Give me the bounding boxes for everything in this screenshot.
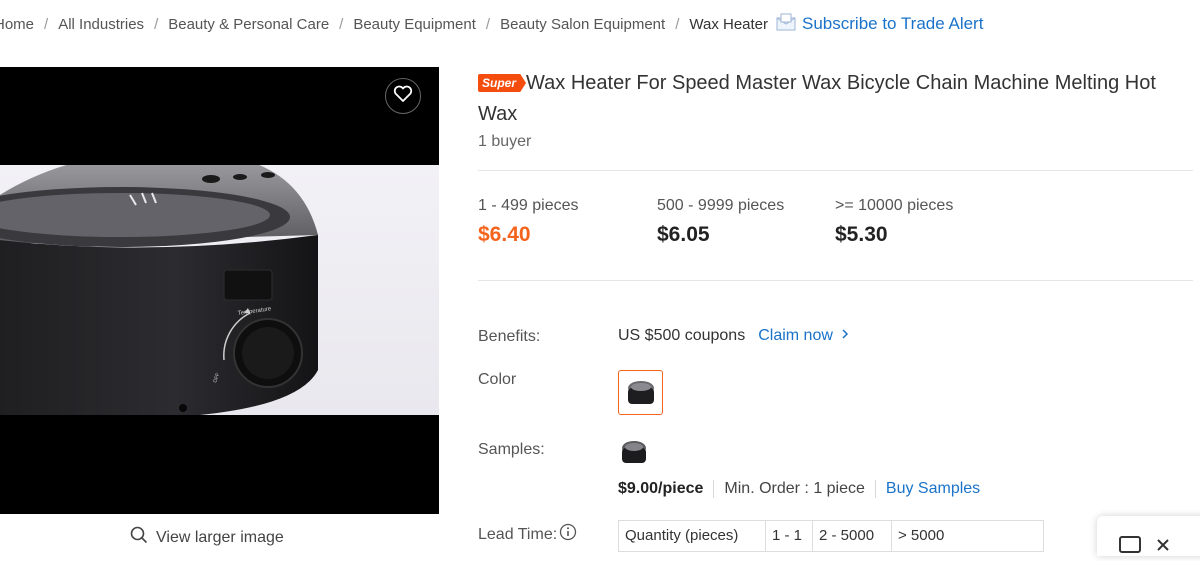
benefits-label: Benefits: bbox=[478, 328, 541, 345]
breadcrumb-separator: / bbox=[675, 15, 680, 33]
sample-min-order: Min. Order : 1 piece bbox=[724, 480, 865, 497]
benefits-row: US $500 coupons Claim now bbox=[618, 327, 849, 345]
price-tier-price: $5.30 bbox=[835, 223, 888, 246]
buy-samples-link[interactable]: Buy Samples bbox=[886, 480, 980, 498]
price-tier-price: $6.40 bbox=[478, 223, 531, 246]
lead-time-header-cell: Quantity (pieces) bbox=[619, 521, 766, 551]
breadcrumb-separator: / bbox=[154, 15, 159, 33]
lead-time-header-cell: 2 - 5000 bbox=[813, 521, 892, 551]
heart-icon bbox=[393, 85, 413, 108]
chat-widget[interactable] bbox=[1097, 516, 1200, 556]
breadcrumb-item-beauty-equipment[interactable]: Beauty Equipment bbox=[353, 16, 476, 33]
product-title-text: Wax Heater For Speed Master Wax Bicycle … bbox=[478, 72, 1156, 125]
divider bbox=[713, 480, 715, 498]
product-video[interactable]: Temperature OFF bbox=[0, 67, 439, 514]
subscribe-trade-alert-link[interactable]: Subscribe to Trade Alert bbox=[776, 13, 983, 35]
buyer-count: 1 buyer bbox=[478, 133, 532, 150]
close-icon[interactable] bbox=[1157, 538, 1169, 556]
price-tier-qty: 1 - 499 pieces bbox=[478, 197, 579, 214]
color-option-black[interactable] bbox=[618, 370, 663, 415]
price-tier-price: $6.05 bbox=[657, 223, 710, 246]
breadcrumb-item-all-industries[interactable]: All Industries bbox=[58, 16, 144, 33]
divider bbox=[478, 280, 1193, 281]
sample-info-row: $9.00/piece Min. Order : 1 piece Buy Sam… bbox=[618, 480, 980, 498]
breadcrumb: Home / All Industries / Beauty & Persona… bbox=[0, 12, 983, 36]
sample-thumbnail bbox=[620, 440, 648, 469]
super-badge: Super bbox=[478, 74, 527, 92]
lead-time-label: Lead Time: bbox=[478, 526, 558, 543]
breadcrumb-separator: / bbox=[44, 15, 49, 33]
claim-now-label: Claim now bbox=[758, 327, 833, 344]
divider bbox=[478, 170, 1193, 171]
view-larger-label: View larger image bbox=[156, 528, 284, 546]
view-larger-image-link[interactable]: View larger image bbox=[130, 526, 284, 549]
breadcrumb-item-beauty-salon-equipment[interactable]: Beauty Salon Equipment bbox=[500, 16, 665, 33]
chat-icon bbox=[1119, 536, 1143, 561]
price-tier-qty: >= 10000 pieces bbox=[835, 197, 954, 214]
sample-price: $9.00/piece bbox=[618, 480, 704, 497]
info-icon[interactable] bbox=[559, 523, 577, 546]
lead-time-header-cell: > 5000 bbox=[898, 527, 945, 544]
claim-now-link[interactable]: Claim now bbox=[758, 327, 849, 345]
price-tier: >= 10000 pieces $5.30 bbox=[835, 197, 953, 247]
product-photo: Temperature OFF bbox=[0, 165, 439, 415]
breadcrumb-separator: / bbox=[339, 15, 344, 33]
lead-time-table: Quantity (pieces) 1 - 1 2 - 5000 > 5000 bbox=[618, 520, 1044, 552]
envelope-icon bbox=[776, 13, 796, 35]
breadcrumb-current: Wax Heater bbox=[689, 15, 769, 33]
breadcrumb-item-home[interactable]: Home bbox=[0, 16, 34, 33]
price-tier: 500 - 9999 pieces $6.05 bbox=[657, 197, 784, 247]
lead-time-header-cell: 1 - 1 bbox=[766, 521, 813, 551]
color-label: Color bbox=[478, 371, 517, 388]
chevron-right-icon bbox=[841, 327, 849, 345]
coupon-text: US $500 coupons bbox=[618, 327, 746, 344]
breadcrumb-separator: / bbox=[485, 15, 491, 33]
search-icon bbox=[130, 526, 148, 549]
samples-label: Samples: bbox=[478, 441, 545, 458]
price-tier: 1 - 499 pieces $6.40 bbox=[478, 197, 579, 247]
price-tier-qty: 500 - 9999 pieces bbox=[657, 197, 785, 214]
add-to-favorites-button[interactable] bbox=[385, 78, 421, 114]
lead-time-label-row: Lead Time: bbox=[478, 523, 577, 546]
breadcrumb-item-beauty-personal-care[interactable]: Beauty & Personal Care bbox=[168, 16, 329, 33]
subscribe-label: Subscribe to Trade Alert bbox=[802, 14, 984, 33]
divider bbox=[874, 480, 876, 498]
product-title: Super Wax Heater For Speed Master Wax Bic… bbox=[478, 68, 1188, 130]
